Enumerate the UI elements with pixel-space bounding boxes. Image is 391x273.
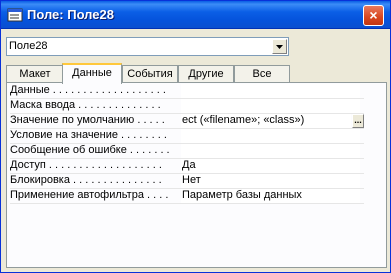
property-value[interactable]: ect («filename»; «class») bbox=[181, 114, 351, 128]
object-selector-value: Поле28 bbox=[9, 40, 48, 52]
tab-all[interactable]: Все bbox=[234, 65, 290, 83]
tab-layout[interactable]: Макет bbox=[6, 65, 64, 83]
property-label: Значение по умолчанию . . . . . bbox=[10, 114, 165, 126]
property-value[interactable]: Да bbox=[181, 159, 360, 173]
tab-events[interactable]: События bbox=[122, 65, 178, 83]
property-value[interactable]: Параметр базы данных bbox=[181, 189, 360, 203]
property-value[interactable] bbox=[181, 99, 360, 113]
dropdown-arrow-button[interactable] bbox=[272, 39, 287, 54]
property-sheet-window: Поле: Поле28 × Поле28 Макет Данные Событ… bbox=[0, 0, 391, 273]
tab-other[interactable]: Другие bbox=[178, 65, 234, 83]
build-button[interactable]: ... bbox=[352, 114, 364, 128]
property-value[interactable] bbox=[181, 144, 360, 158]
title-bar[interactable]: Поле: Поле28 × bbox=[1, 1, 390, 29]
property-row-data[interactable]: Данные . . . . . . . . . . . . . . . . .… bbox=[6, 84, 364, 99]
close-button[interactable]: × bbox=[363, 5, 384, 26]
property-row-locked[interactable]: Блокировка . . . . . . . . . . . . . . .… bbox=[6, 174, 364, 189]
window-title: Поле: Поле28 bbox=[27, 7, 114, 22]
property-label: Условие на значение . . . . . . . . bbox=[10, 129, 167, 141]
property-label: Данные . . . . . . . . . . . . . . . . .… bbox=[10, 84, 166, 96]
property-row-filter-lookup[interactable]: Применение автофильтра . . . . Параметр … bbox=[6, 189, 364, 204]
chevron-down-icon bbox=[276, 45, 283, 49]
property-row-validation-text[interactable]: Сообщение об ошибке . . . . . . . bbox=[6, 144, 364, 159]
property-row-default-value[interactable]: Значение по умолчанию . . . . . ect («fi… bbox=[6, 114, 364, 129]
property-row-enabled[interactable]: Доступ . . . . . . . . . . . . . . . . .… bbox=[6, 159, 364, 174]
property-tabs: Макет Данные События Другие Все bbox=[6, 63, 386, 84]
property-label: Маска ввода . . . . . . . . . . . . . . bbox=[10, 99, 161, 111]
property-row-input-mask[interactable]: Маска ввода . . . . . . . . . . . . . . bbox=[6, 99, 364, 114]
property-label: Сообщение об ошибке . . . . . . . bbox=[10, 144, 170, 156]
property-value[interactable] bbox=[181, 129, 360, 143]
property-value[interactable] bbox=[181, 84, 360, 98]
property-row-validation-rule[interactable]: Условие на значение . . . . . . . . bbox=[6, 129, 364, 144]
property-label: Доступ . . . . . . . . . . . . . . . . .… bbox=[10, 159, 162, 171]
row-divider bbox=[10, 203, 364, 204]
property-value[interactable]: Нет bbox=[181, 174, 360, 188]
property-sheet-icon bbox=[7, 7, 23, 23]
tab-data[interactable]: Данные bbox=[62, 63, 122, 84]
property-label: Блокировка . . . . . . . . . . . . . . . bbox=[10, 174, 162, 186]
object-selector-dropdown[interactable]: Поле28 bbox=[6, 37, 289, 56]
property-label: Применение автофильтра . . . . bbox=[10, 189, 169, 201]
